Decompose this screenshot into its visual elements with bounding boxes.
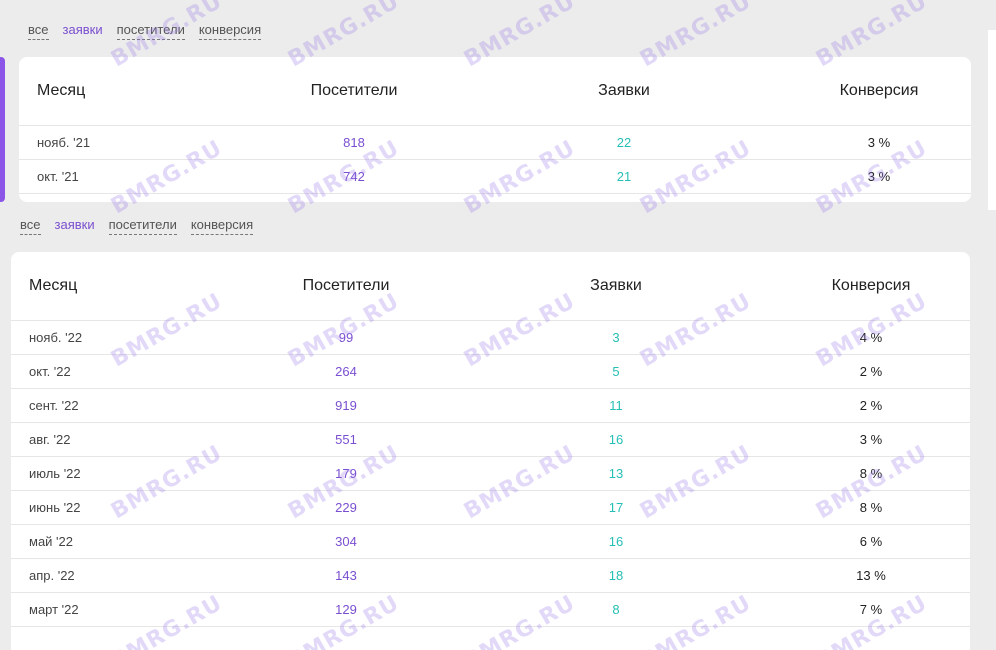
table-row: сент. '22 919 11 2 % (11, 389, 970, 423)
month-cell: июнь '22 (29, 500, 81, 515)
month-cell: окт. '21 (37, 169, 79, 184)
conversion-cell: 8 % (859, 466, 883, 481)
filter-conversion[interactable]: конверсия (198, 22, 262, 40)
visitors-cell: 818 (343, 135, 365, 150)
header-conversion: Конверсия (839, 82, 919, 99)
table-row: апр. '22 143 18 13 % (11, 559, 970, 593)
table-row: авг. '22 551 16 3 % (11, 423, 970, 457)
table-row: март '22 129 8 7 % (11, 593, 970, 627)
filter-bar-2: все заявки посетители конверсия (20, 217, 254, 235)
header-month: Месяц (37, 82, 86, 99)
stats-table-2021: Месяц Посетители Заявки Конверсия нояб. … (19, 57, 971, 202)
visitors-cell: 99 (338, 330, 354, 345)
filter-visitors[interactable]: посетители (108, 217, 177, 235)
month-cell: май '22 (29, 534, 73, 549)
requests-cell: 3 (612, 330, 620, 345)
stats-table-2022: Месяц Посетители Заявки Конверсия нояб. … (11, 252, 970, 650)
visitors-cell: 304 (335, 534, 357, 549)
conversion-cell: 2 % (859, 364, 883, 379)
conversion-cell: 8 % (859, 500, 883, 515)
filter-requests[interactable]: заявки (55, 217, 95, 235)
filter-conversion[interactable]: конверсия (190, 217, 254, 235)
month-cell: апр. '22 (29, 568, 75, 583)
conversion-cell: 3 % (867, 169, 891, 184)
requests-cell: 11 (609, 398, 623, 413)
table-row: июль '22 179 13 8 % (11, 457, 970, 491)
conversion-cell: 2 % (859, 398, 883, 413)
filter-bar-1: все заявки посетители конверсия (28, 22, 262, 40)
visitors-cell: 919 (335, 398, 357, 413)
table-row: нояб. '22 99 3 4 % (11, 321, 970, 355)
visitors-cell: 551 (335, 432, 357, 447)
month-cell: окт. '22 (29, 364, 71, 379)
conversion-cell: 4 % (859, 330, 883, 345)
header-visitors: Посетители (310, 82, 398, 99)
right-edge-panel (988, 30, 996, 210)
table-header: Месяц Посетители Заявки Конверсия (11, 252, 970, 321)
visitors-cell: 264 (335, 364, 357, 379)
visitors-cell: 742 (343, 169, 365, 184)
requests-cell: 16 (608, 432, 624, 447)
visitors-cell: 179 (335, 466, 357, 481)
visitors-cell: 143 (335, 568, 357, 583)
filter-all[interactable]: все (20, 217, 41, 235)
table-header: Месяц Посетители Заявки Конверсия (19, 57, 971, 126)
header-month: Месяц (29, 277, 78, 294)
requests-cell: 17 (608, 500, 624, 515)
requests-cell: 21 (616, 169, 632, 184)
requests-cell: 18 (608, 568, 624, 583)
page: все заявки посетители конверсия Месяц По… (0, 0, 996, 650)
table-row: нояб. '21 818 22 3 % (19, 126, 971, 160)
side-accent-bar (0, 57, 5, 202)
table-row: окт. '21 742 21 3 % (19, 160, 971, 194)
month-cell: нояб. '22 (29, 330, 83, 345)
header-conversion: Конверсия (831, 277, 911, 294)
visitors-cell: 129 (335, 602, 357, 617)
header-visitors: Посетители (302, 277, 390, 294)
requests-cell: 13 (608, 466, 624, 481)
visitors-cell: 229 (335, 500, 357, 515)
month-cell: авг. '22 (29, 432, 71, 447)
month-cell: март '22 (29, 602, 79, 617)
requests-cell: 22 (616, 135, 632, 150)
filter-requests[interactable]: заявки (63, 22, 103, 40)
requests-cell: 8 (612, 602, 620, 617)
conversion-cell: 7 % (859, 602, 883, 617)
conversion-cell: 6 % (859, 534, 883, 549)
table-row: окт. '22 264 5 2 % (11, 355, 970, 389)
month-cell: сент. '22 (29, 398, 79, 413)
month-cell: июль '22 (29, 466, 81, 481)
conversion-cell: 13 % (856, 568, 886, 583)
header-requests: Заявки (590, 277, 642, 294)
requests-cell: 16 (608, 534, 624, 549)
filter-all[interactable]: все (28, 22, 49, 40)
conversion-cell: 3 % (867, 135, 891, 150)
requests-cell: 5 (612, 364, 620, 379)
table-row: июнь '22 229 17 8 % (11, 491, 970, 525)
conversion-cell: 3 % (859, 432, 883, 447)
month-cell: нояб. '21 (37, 135, 91, 150)
filter-visitors[interactable]: посетители (116, 22, 185, 40)
header-requests: Заявки (598, 82, 650, 99)
table-row: май '22 304 16 6 % (11, 525, 970, 559)
